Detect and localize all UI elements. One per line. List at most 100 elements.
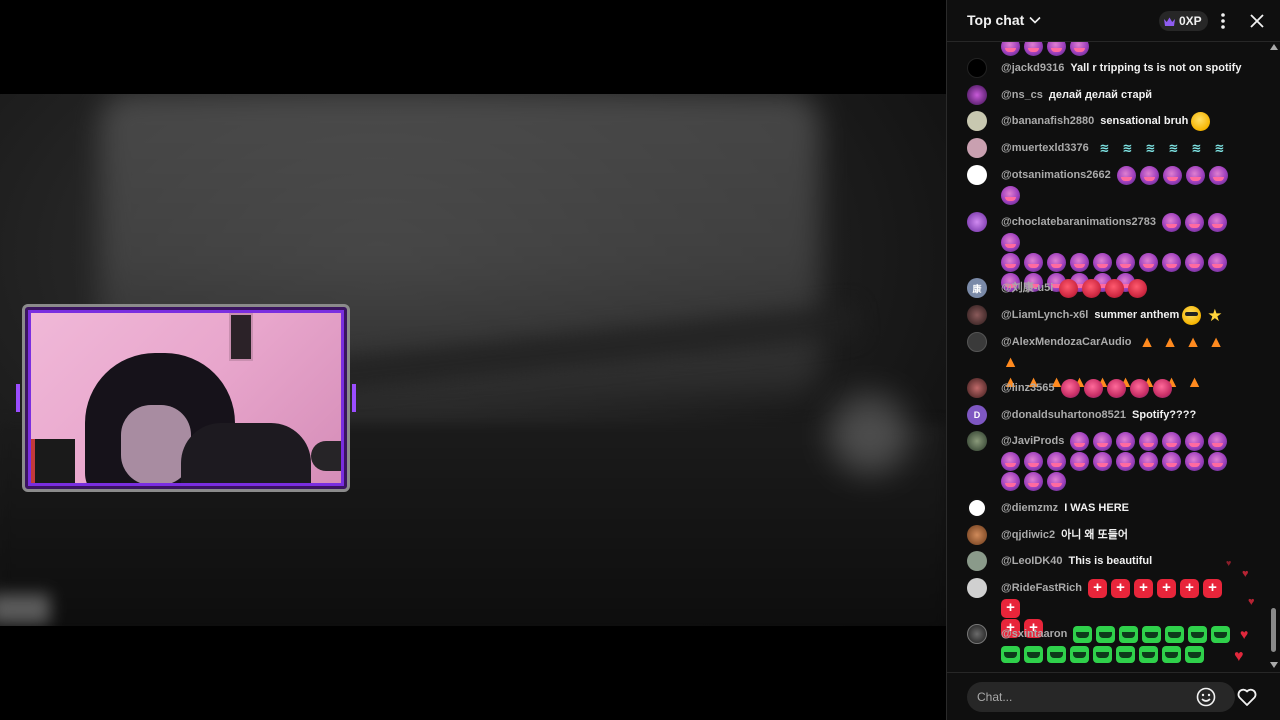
wave-emote-icon: ≋ — [1099, 140, 1110, 155]
heart-reaction-icon: ♥ — [1240, 626, 1249, 642]
heart-reaction-icon: ♥ — [1234, 648, 1244, 665]
avatar[interactable] — [967, 578, 987, 598]
avatar[interactable] — [967, 525, 987, 545]
avatar[interactable] — [967, 624, 987, 644]
emote-icon — [1070, 42, 1089, 56]
avatar[interactable] — [967, 138, 987, 158]
avatar[interactable] — [967, 431, 987, 451]
laughing-emote-icon — [1070, 645, 1089, 663]
laughing-emote-icon — [1001, 645, 1020, 663]
message-body: @jackd9316 Yall r tripping ts is not on s… — [1001, 58, 1247, 78]
emote-icon — [1185, 252, 1204, 272]
scroll-up-arrow-icon[interactable] — [1270, 44, 1278, 50]
chat-scrollbar[interactable] — [1269, 42, 1279, 672]
chat-header: Top chat 0XP — [947, 0, 1280, 42]
emote-icon — [1024, 42, 1043, 56]
avatar[interactable] — [967, 498, 987, 518]
emote-icon — [1116, 451, 1135, 471]
message-author[interactable]: @qjdiwic2 — [1001, 529, 1055, 541]
chevron-down-icon — [1029, 16, 1041, 24]
fire-emoji-icon: ▲ — [1139, 333, 1155, 351]
message-body: @sxintaaron — [1001, 624, 1247, 664]
avatar[interactable] — [967, 212, 987, 232]
message-body: @linz3565 — [1001, 378, 1247, 398]
emote-icon — [1059, 278, 1079, 298]
message-body: @LiamLynch-x6l summer anthem ★ — [1001, 305, 1247, 325]
webcam-overlay — [16, 302, 356, 494]
webcam-trim-bottom-right — [256, 489, 326, 492]
emote-icon — [1024, 252, 1043, 272]
message-author[interactable]: @LiamLynch-x6l — [1001, 309, 1088, 321]
avatar[interactable]: 康 — [967, 278, 987, 298]
emote-icon — [1047, 471, 1066, 491]
message-body: @LeoIDK40 This is beautiful — [1001, 551, 1247, 571]
video-player[interactable] — [0, 0, 946, 720]
close-chat-button[interactable] — [1246, 10, 1268, 32]
winking-face-emoji-icon — [1191, 111, 1211, 131]
scroll-thumb[interactable] — [1271, 608, 1276, 652]
screen: Top chat 0XP @jackd9316 Yall r tripping … — [0, 0, 1280, 720]
avatar[interactable] — [967, 305, 987, 325]
emote-icon — [1208, 252, 1227, 272]
message-author[interactable]: @otsanimations2662 — [1001, 169, 1111, 181]
message-body: @muertexld3376 ≋ ≋ ≋ ≋ ≋ ≋ — [1001, 138, 1247, 158]
message-author[interactable]: @刘康-u5i — [1001, 282, 1053, 294]
message-body: @bananafish2880 sensational bruh — [1001, 111, 1247, 131]
avatar[interactable] — [967, 111, 987, 131]
message-author[interactable]: @choclatebaranimations2783 — [1001, 216, 1156, 228]
message-author[interactable]: @bananafish2880 — [1001, 115, 1094, 127]
wave-emote-icon: ≋ — [1122, 140, 1133, 155]
wave-emote-icon: ≋ — [1145, 140, 1156, 155]
emote-icon — [1001, 471, 1020, 491]
message-author[interactable]: @linz3565 — [1001, 382, 1055, 394]
message-author[interactable]: @ns_cs — [1001, 89, 1043, 101]
webcam-chair — [31, 439, 75, 483]
emote-icon — [1208, 451, 1227, 471]
avatar[interactable] — [967, 58, 987, 78]
emoji-picker-button[interactable] — [1195, 686, 1217, 708]
heart-reaction-icon: ♥ — [1248, 596, 1255, 608]
message-author[interactable]: @diemzmz — [1001, 502, 1058, 514]
star-emoji-icon: ★ — [1207, 305, 1223, 325]
sunglasses-emoji-icon — [1182, 305, 1202, 325]
laughing-emote-icon — [1185, 645, 1204, 663]
webcam-trim-top — [102, 304, 262, 307]
message-author[interactable]: @sxintaaron — [1001, 628, 1067, 640]
avatar[interactable] — [967, 378, 987, 398]
laughing-emote-icon — [1093, 645, 1112, 663]
emote-icon — [1070, 252, 1089, 272]
message-text: Yall r tripping ts is not on spotify — [1070, 62, 1242, 74]
message-author[interactable]: @jackd9316 — [1001, 62, 1064, 74]
xp-badge[interactable]: 0XP — [1159, 11, 1208, 31]
message-text: Spotify???? — [1132, 409, 1197, 421]
message-author[interactable]: @muertexld3376 — [1001, 142, 1089, 154]
message-body: @刘康-u5i — [1001, 278, 1247, 298]
avatar[interactable] — [967, 332, 987, 352]
more-options-button[interactable] — [1212, 10, 1234, 32]
message-emote-row — [1001, 42, 1247, 56]
avatar[interactable] — [967, 165, 987, 185]
avatar[interactable] — [967, 85, 987, 105]
medical-cross-emote-icon: + — [1088, 578, 1108, 598]
chat-mode-dropdown[interactable]: Top chat — [967, 12, 1042, 28]
scroll-down-arrow-icon[interactable] — [1270, 662, 1278, 668]
emote-icon — [1083, 378, 1103, 398]
avatar[interactable] — [967, 551, 987, 571]
message-author[interactable]: @donaldsuhartono8521 — [1001, 409, 1126, 421]
message-text: sensational bruh — [1100, 115, 1189, 127]
message-author[interactable]: @JaviProds — [1001, 435, 1064, 447]
fire-emoji-icon: ▲ — [1002, 353, 1019, 371]
video-blurred-figure — [830, 394, 910, 474]
laughing-emote-icon — [1047, 645, 1066, 663]
emote-icon — [1047, 252, 1066, 272]
message-author[interactable]: @LeoIDK40 — [1001, 555, 1062, 567]
avatar-letter: D — [973, 410, 981, 420]
message-body: @qjdiwic2 아니 왜 또들어 — [1001, 525, 1247, 545]
chat-input-bar: Chat... — [947, 672, 1280, 720]
avatar[interactable]: D — [967, 405, 987, 425]
emoji-icon — [1196, 687, 1216, 707]
like-reaction-button[interactable] — [1235, 685, 1259, 709]
laughing-emote-icon — [1165, 625, 1185, 643]
message-author[interactable]: @AlexMendozaCarAudio — [1001, 336, 1132, 348]
message-author[interactable]: @RideFastRich — [1001, 582, 1082, 594]
